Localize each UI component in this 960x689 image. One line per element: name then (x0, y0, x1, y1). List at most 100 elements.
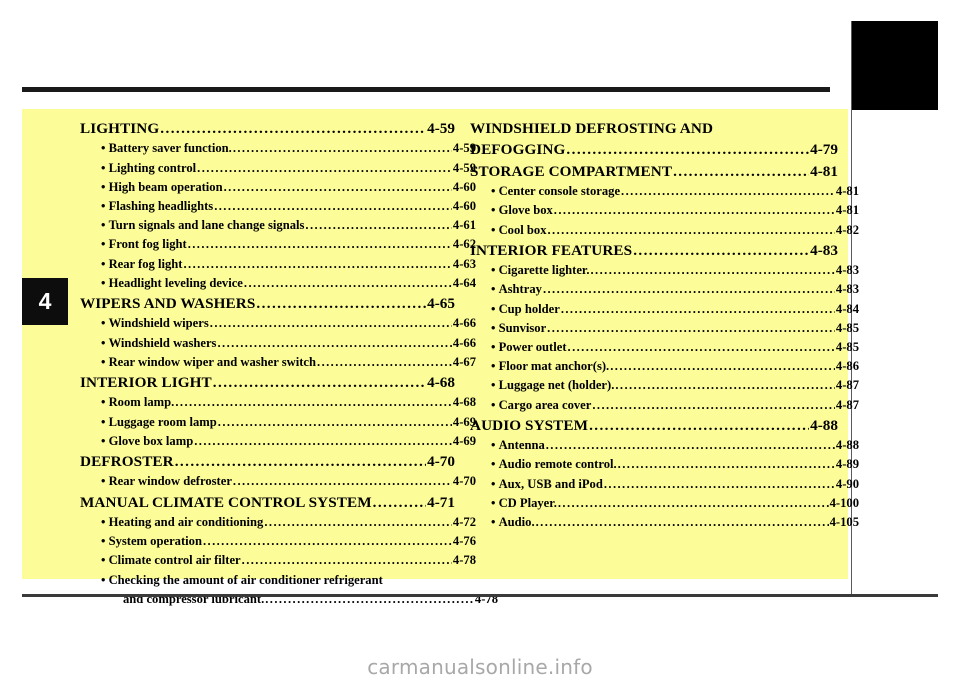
toc-section-entry[interactable]: INTERIOR FEATURES 4-83 (470, 240, 838, 261)
toc-leader-dots (317, 353, 452, 372)
toc-leader-dots (242, 551, 452, 570)
toc-entry-label: Power outlet (491, 338, 567, 357)
manual-page: LIGHTING4-59Battery saver function.4-59L… (0, 0, 960, 689)
toc-entry-label: Glove box lamp (101, 432, 194, 451)
toc-subsection-entry[interactable]: Luggage net (holder). 4-87 (470, 376, 859, 395)
toc-entry-label: STORAGE COMPARTMENT (470, 162, 673, 180)
toc-subsection-entry[interactable]: Cigarette lighter. 4-83 (470, 261, 859, 280)
toc-entry-label: DEFOGGING (470, 141, 566, 159)
toc-subsection-entry[interactable]: Center console storage 4-81 (470, 182, 859, 201)
toc-leader-dots (264, 513, 452, 532)
toc-leader-dots (256, 293, 426, 314)
toc-entry-label: Cup holder (491, 300, 560, 319)
toc-section-entry[interactable]: DEFROSTER 4-70 (80, 451, 455, 472)
toc-entry-page-number: 4-89 (835, 457, 859, 472)
toc-subsection-entry[interactable]: Audio remote control. 4-89 (470, 455, 859, 474)
toc-subsection-entry[interactable]: Flashing headlights4-60 (80, 197, 476, 216)
toc-entry-label: Turn signals and lane change signals (101, 216, 305, 235)
toc-leader-dots (197, 159, 452, 178)
toc-entry-label: Climate control air filter (101, 551, 241, 570)
toc-subsection-entry[interactable]: Ashtray 4-83 (470, 280, 859, 299)
toc-leader-dots (175, 393, 452, 412)
toc-subsection-entry[interactable]: Windshield washers4-66 (80, 334, 476, 353)
toc-entry-label: Luggage net (holder). (491, 376, 615, 395)
toc-subsection-entry[interactable]: Windshield wipers4-66 (80, 314, 476, 333)
toc-section-entry[interactable]: WINDSHIELD DEFROSTING AND (470, 118, 838, 139)
toc-entry-label: Windshield wipers (101, 314, 209, 333)
toc-subsection-entry[interactable]: Cool box 4-82 (470, 221, 859, 240)
toc-leader-dots (558, 494, 829, 513)
toc-section-entry[interactable]: WIPERS AND WASHERS 4-65 (80, 293, 455, 314)
toc-entry-page-number: 4-81 (835, 184, 859, 199)
toc-subsection-entry[interactable]: Luggage room lamp4-69 (80, 413, 476, 432)
toc-entry-page-number: 4-76 (452, 534, 476, 549)
toc-subsection-entry[interactable]: Heating and air conditioning4-72 (80, 513, 476, 532)
toc-subsection-entry[interactable]: Battery saver function.4-59 (80, 139, 476, 158)
toc-leader-dots (233, 139, 452, 158)
toc-entry-label: Cool box (491, 221, 547, 240)
toc-entry-label: Checking the amount of air conditioner r… (101, 573, 383, 587)
toc-subsection-entry[interactable]: Room lamp.4-68 (80, 393, 476, 412)
toc-subsection-entry[interactable]: CD Player. 4-100 (470, 494, 859, 513)
toc-subsection-entry[interactable]: Rear window defroster4-70 (80, 472, 476, 491)
toc-leader-dots (160, 118, 426, 139)
toc-subsection-entry[interactable]: System operation 4-76 (80, 532, 476, 551)
toc-entry-label: LIGHTING (80, 120, 160, 137)
toc-subsection-entry[interactable]: High beam operation4-60 (80, 178, 476, 197)
toc-entry-label: Flashing headlights (101, 197, 214, 216)
toc-subsection-entry[interactable]: Lighting control4-59 (80, 159, 476, 178)
toc-subsection-entry[interactable]: and compressor lubricant. 4-78 (80, 590, 498, 609)
toc-subsection-entry[interactable]: Power outlet 4-85 (470, 338, 859, 357)
toc-subsection-entry[interactable]: Front fog light4-62 (80, 235, 476, 254)
toc-entry-label: Heating and air conditioning (101, 513, 264, 532)
toc-section-entry[interactable]: INTERIOR LIGHT 4-68 (80, 372, 455, 393)
toc-entry-page-number: 4-68 (427, 374, 455, 392)
toc-subsection-entry[interactable]: Audio. 4-105 (470, 513, 859, 532)
toc-leader-dots (183, 255, 451, 274)
toc-subsection-entry[interactable]: Rear window wiper and washer switch4-67 (80, 353, 476, 372)
toc-left-column: LIGHTING4-59Battery saver function.4-59L… (80, 118, 498, 609)
toc-entry-page-number: 4-88 (835, 438, 859, 453)
toc-entry-page-number: 4-83 (835, 282, 859, 297)
toc-leader-dots (615, 376, 835, 395)
toc-leader-dots (592, 396, 835, 415)
toc-section-entry[interactable]: STORAGE COMPARTMENT 4-81 (470, 161, 838, 182)
toc-section-entry[interactable]: LIGHTING 4-59 (80, 118, 455, 139)
toc-subsection-entry[interactable]: Aux, USB and iPod 4-90 (470, 475, 859, 494)
toc-entry-label: Cigarette lighter. (491, 261, 590, 280)
toc-entry-page-number: 4-87 (835, 378, 859, 393)
toc-leader-dots (547, 319, 835, 338)
toc-entry-page-number: 4-82 (835, 222, 859, 237)
toc-entry-page-number: 4-90 (835, 476, 859, 491)
toc-subsection-entry[interactable]: Glove box lamp4-69 (80, 432, 476, 451)
toc-entry-label: Rear window defroster (101, 472, 232, 491)
toc-entry-label: Antenna (491, 436, 545, 455)
toc-entry-label: INTERIOR FEATURES (470, 241, 633, 259)
toc-section-entry[interactable]: MANUAL CLIMATE CONTROL SYSTEM 4-71 (80, 492, 455, 513)
toc-subsection-entry[interactable]: Checking the amount of air conditioner r… (80, 571, 476, 590)
toc-subsection-entry[interactable]: Floor mat anchor(s). 4-86 (470, 357, 859, 376)
toc-leader-dots (546, 436, 835, 455)
toc-section-entry[interactable]: AUDIO SYSTEM 4-88 (470, 415, 838, 436)
toc-leader-dots (210, 314, 452, 333)
toc-subsection-entry[interactable]: Climate control air filter 4-78 (80, 551, 476, 570)
toc-subsection-entry[interactable]: Sunvisor 4-85 (470, 319, 859, 338)
toc-subsection-entry[interactable]: Headlight leveling device4-64 (80, 274, 476, 293)
toc-panel: LIGHTING4-59Battery saver function.4-59L… (22, 109, 859, 606)
toc-section-entry[interactable]: DEFOGGING 4-79 (470, 139, 838, 160)
toc-subsection-entry[interactable]: Cargo area cover 4-87 (470, 396, 859, 415)
toc-leader-dots (561, 300, 835, 319)
toc-leader-dots (175, 451, 426, 472)
toc-subsection-entry[interactable]: Glove box 4-81 (470, 201, 859, 220)
toc-subsection-entry[interactable]: Rear fog light4-63 (80, 255, 476, 274)
toc-subsection-entry[interactable]: Turn signals and lane change signals4-61 (80, 216, 476, 235)
toc-subsection-entry[interactable]: Cup holder 4-84 (470, 300, 859, 319)
toc-entry-label: Sunvisor (491, 319, 547, 338)
toc-entry-page-number: 4-85 (835, 340, 859, 355)
toc-entry-page-number: 4-83 (835, 263, 859, 278)
toc-subsection-entry[interactable]: Antenna 4-88 (470, 436, 859, 455)
toc-entry-page-number: 4-70 (427, 453, 455, 471)
toc-entry-page-number: 4-71 (427, 493, 455, 511)
toc-entry-page-number: 4-88 (810, 416, 838, 434)
toc-leader-dots (203, 532, 452, 551)
